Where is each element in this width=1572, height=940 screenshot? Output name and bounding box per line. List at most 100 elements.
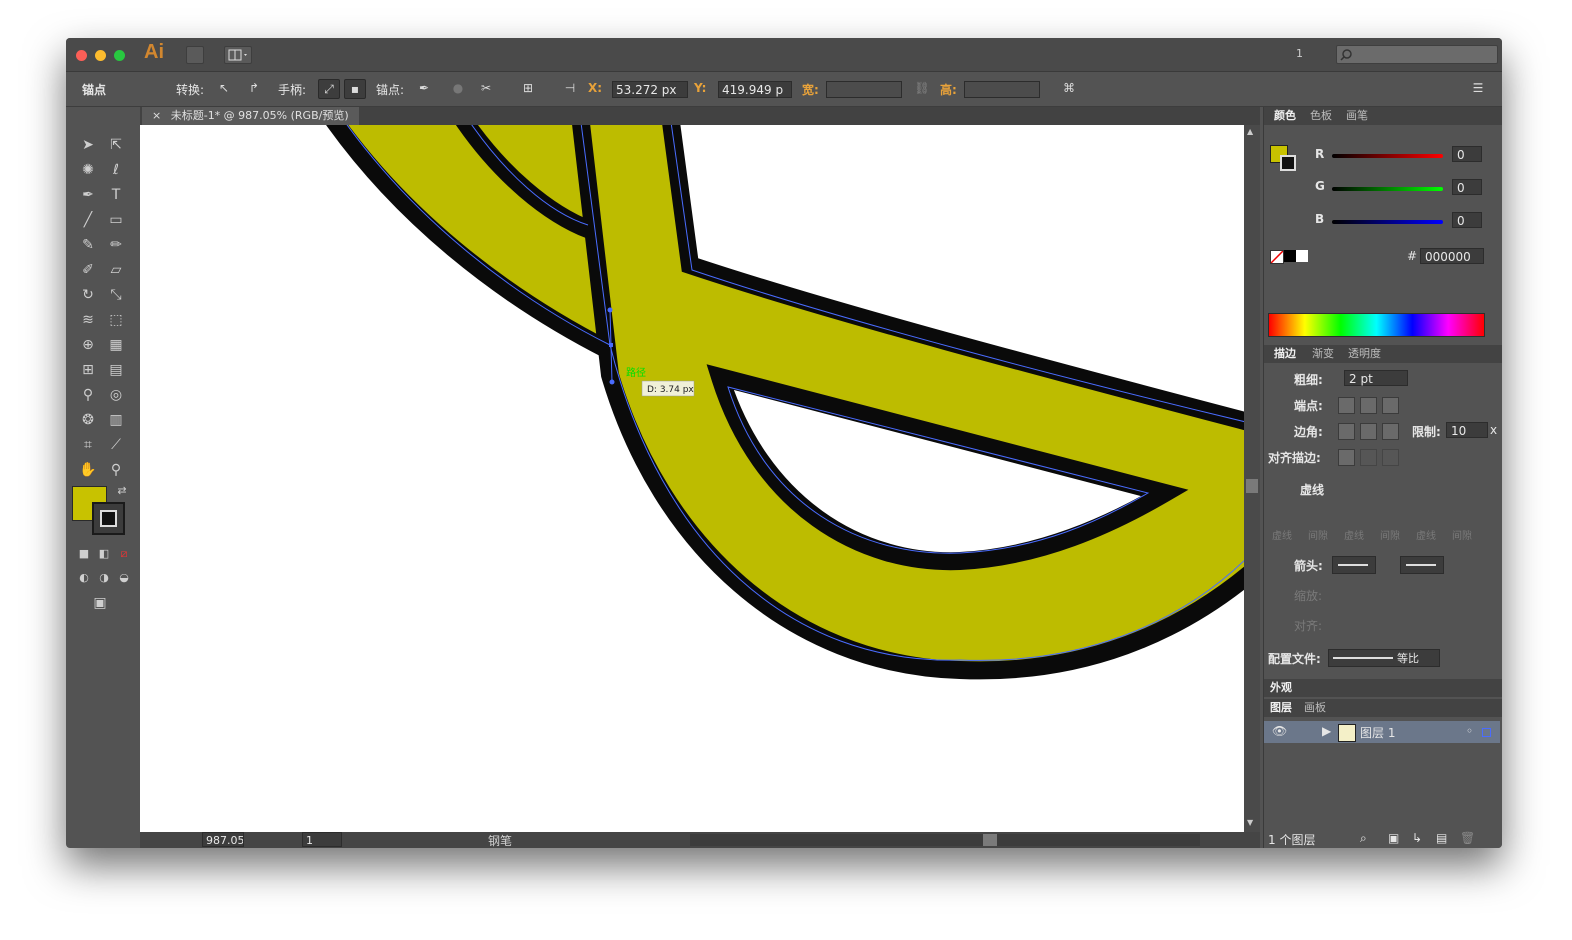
- type-tool-icon[interactable]: T: [104, 184, 128, 206]
- eyedropper-tool-icon[interactable]: ⚲: [76, 384, 100, 406]
- connect-anchor-icon[interactable]: ●: [448, 79, 468, 97]
- free-transform-tool-icon[interactable]: ⬚: [104, 309, 128, 331]
- document-tab[interactable]: × 未标题-1* @ 987.05% (RGB/预览): [142, 107, 359, 125]
- control-menu-icon[interactable]: ☰: [1468, 79, 1488, 97]
- none-color-icon[interactable]: [1270, 250, 1284, 264]
- column-graph-tool-icon[interactable]: ▥: [104, 409, 128, 431]
- minimize-window-button[interactable]: [95, 50, 106, 61]
- tab-layers[interactable]: 图层: [1270, 699, 1292, 717]
- scroll-up-icon[interactable]: ▲: [1247, 127, 1253, 136]
- shape-builder-tool-icon[interactable]: ⊕: [76, 334, 100, 356]
- isolate-icon[interactable]: ⊞: [518, 79, 538, 97]
- warp-tool-icon[interactable]: ≋: [76, 309, 100, 331]
- delete-layer-icon[interactable]: 🗑: [1460, 831, 1475, 845]
- layer-selection-icon[interactable]: [1482, 728, 1491, 737]
- h-field[interactable]: [964, 81, 1040, 98]
- screen-mode-icon[interactable]: ▣: [88, 592, 112, 614]
- pen-tool-icon[interactable]: ✒: [76, 184, 100, 206]
- zoom-field[interactable]: 987.05: [202, 832, 244, 847]
- gradient-tool-icon[interactable]: ▤: [104, 359, 128, 381]
- search-input[interactable]: [1336, 45, 1498, 64]
- hide-handles-icon[interactable]: ▪: [344, 79, 366, 99]
- vertical-scrollbar[interactable]: ▲ ▼: [1244, 125, 1260, 832]
- arrange-documents-icon[interactable]: [224, 46, 252, 64]
- end-arrow-select[interactable]: [1400, 556, 1444, 574]
- mesh-tool-icon[interactable]: ⊞: [76, 359, 100, 381]
- blob-brush-tool-icon[interactable]: ✐: [76, 259, 100, 281]
- square-cap-button[interactable]: [1382, 397, 1399, 414]
- visibility-eye-icon[interactable]: 👁: [1272, 724, 1287, 738]
- align-outside-button[interactable]: [1382, 449, 1399, 466]
- new-sublayer-icon[interactable]: ↳: [1412, 831, 1422, 845]
- g-slider[interactable]: [1332, 187, 1443, 191]
- artboard-field[interactable]: 1: [302, 832, 342, 847]
- w-field[interactable]: [826, 81, 902, 98]
- direct-selection-tool-icon[interactable]: ⇱: [104, 134, 128, 156]
- transform-icon[interactable]: ⌘: [1059, 79, 1079, 97]
- x-field[interactable]: 53.272 px: [612, 81, 688, 98]
- tab-artboards[interactable]: 画板: [1304, 699, 1326, 717]
- expand-triangle-icon[interactable]: ▶: [1322, 724, 1331, 738]
- convert-smooth-icon[interactable]: ↱: [244, 79, 264, 97]
- symbol-sprayer-tool-icon[interactable]: ❂: [76, 409, 100, 431]
- bridge-icon[interactable]: [186, 46, 204, 64]
- close-window-button[interactable]: [76, 50, 87, 61]
- bevel-join-button[interactable]: [1382, 423, 1399, 440]
- layer-target-icon[interactable]: ◦: [1466, 724, 1473, 738]
- black-color-icon[interactable]: [1284, 250, 1296, 262]
- tab-brushes[interactable]: 画笔: [1346, 107, 1368, 125]
- constrain-link-icon[interactable]: ⛓: [912, 79, 932, 97]
- align-inside-button[interactable]: [1360, 449, 1377, 466]
- r-value[interactable]: 0: [1452, 146, 1482, 162]
- color-spectrum[interactable]: [1268, 313, 1485, 337]
- h-scroll-thumb[interactable]: [983, 834, 997, 846]
- profile-select[interactable]: 等比: [1328, 649, 1440, 667]
- align-icon[interactable]: ⊣: [560, 79, 580, 97]
- tab-stroke[interactable]: 描边: [1274, 345, 1296, 363]
- layer-name[interactable]: 图层 1: [1360, 724, 1395, 741]
- zoom-window-button[interactable]: [114, 50, 125, 61]
- remove-anchor-icon[interactable]: ✒: [414, 79, 434, 97]
- show-handles-icon[interactable]: ⤢: [318, 79, 340, 99]
- new-layer-icon[interactable]: ▤: [1436, 831, 1447, 845]
- weight-field[interactable]: 2 pt: [1344, 370, 1408, 386]
- round-cap-button[interactable]: [1360, 397, 1377, 414]
- horizontal-scrollbar[interactable]: [690, 834, 1200, 846]
- align-center-button[interactable]: [1338, 449, 1355, 466]
- tab-transparency[interactable]: 透明度: [1348, 345, 1381, 363]
- convert-corner-icon[interactable]: ↖: [214, 79, 234, 97]
- tab-appearance[interactable]: 外观: [1270, 679, 1292, 697]
- hand-tool-icon[interactable]: ✋: [76, 459, 100, 481]
- start-arrow-select[interactable]: [1332, 556, 1376, 574]
- hex-field[interactable]: 000000: [1420, 248, 1484, 264]
- layer-row[interactable]: 👁 ▶ 图层 1 ◦: [1264, 721, 1500, 743]
- panel-stroke-swatch[interactable]: [1280, 155, 1296, 171]
- rotate-tool-icon[interactable]: ↻: [76, 284, 100, 306]
- selection-tool-icon[interactable]: ➤: [76, 134, 100, 156]
- miter-join-button[interactable]: [1338, 423, 1355, 440]
- artboard-tool-icon[interactable]: ⌗: [76, 434, 100, 456]
- r-slider[interactable]: [1332, 154, 1443, 158]
- tab-gradient[interactable]: 渐变: [1312, 345, 1334, 363]
- scroll-down-icon[interactable]: ▼: [1247, 818, 1253, 827]
- stroke-swatch[interactable]: [92, 502, 125, 535]
- limit-field[interactable]: 10: [1446, 422, 1488, 438]
- paintbrush-tool-icon[interactable]: ✎: [76, 234, 100, 256]
- magic-wand-tool-icon[interactable]: ✺: [76, 159, 100, 181]
- close-tab-icon[interactable]: ×: [152, 109, 161, 122]
- zoom-tool-icon[interactable]: ⚲: [104, 459, 128, 481]
- draw-inside-icon[interactable]: ◒: [112, 567, 136, 589]
- pencil-tool-icon[interactable]: ✏: [104, 234, 128, 256]
- scale-tool-icon[interactable]: ⤡: [104, 284, 128, 306]
- clipping-mask-icon[interactable]: ▣: [1388, 831, 1399, 845]
- white-color-icon[interactable]: [1296, 250, 1308, 262]
- b-value[interactable]: 0: [1452, 212, 1482, 228]
- dashed-line-label[interactable]: 虚线: [1300, 481, 1324, 498]
- eraser-tool-icon[interactable]: ▱: [104, 259, 128, 281]
- slice-tool-icon[interactable]: ⟋: [104, 434, 128, 456]
- blend-tool-icon[interactable]: ◎: [104, 384, 128, 406]
- y-field[interactable]: 419.949 p: [718, 81, 792, 98]
- g-value[interactable]: 0: [1452, 179, 1482, 195]
- artboard-canvas[interactable]: 路径 D: 3.74 px: [140, 125, 1244, 832]
- scroll-thumb[interactable]: [1246, 479, 1258, 493]
